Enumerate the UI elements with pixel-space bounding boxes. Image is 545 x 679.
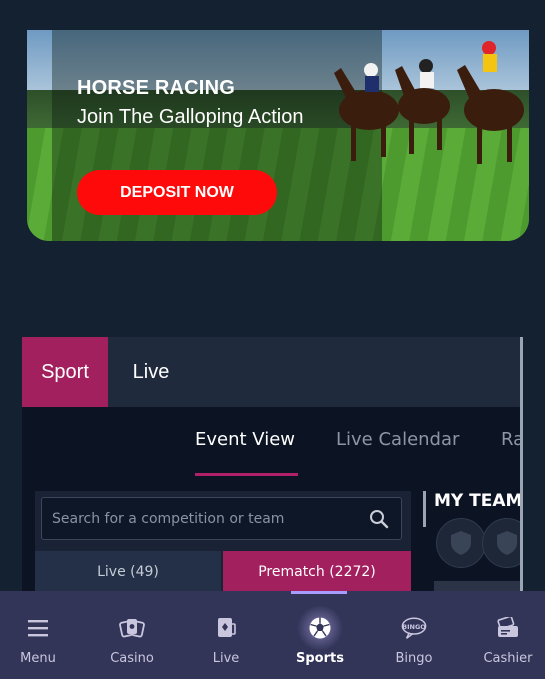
nav-label: Sports — [296, 651, 344, 666]
tab-event-view[interactable]: Event View — [195, 429, 295, 450]
nav-label: Live — [212, 651, 240, 666]
nav-label: Bingo — [395, 651, 433, 666]
nav-label: Menu — [20, 651, 56, 666]
bottom-nav: Menu Casino Live Sports BINGO Bingo Cash… — [0, 591, 545, 679]
widget-scrollbar[interactable] — [520, 337, 523, 597]
hamburger-menu-icon — [25, 615, 51, 641]
active-tab-underline — [195, 473, 298, 476]
nav-casino[interactable]: Casino — [85, 591, 179, 679]
deposit-now-button[interactable]: DEPOSIT NOW — [77, 170, 277, 215]
banner-subtitle: Join The Galloping Action — [77, 106, 304, 128]
racing-horses-illustration — [334, 41, 524, 164]
team-slot[interactable] — [436, 518, 486, 568]
competition-panel: Search for a competition or team Live (4… — [35, 491, 411, 597]
nav-live[interactable]: Live — [179, 591, 273, 679]
tab-live-calendar[interactable]: Live Calendar — [336, 429, 459, 450]
svg-text:BINGO: BINGO — [402, 623, 426, 631]
live-cards-icon — [213, 615, 239, 641]
search-input[interactable]: Search for a competition or team — [41, 497, 402, 540]
wallet-icon — [495, 615, 521, 641]
shield-icon — [497, 531, 517, 555]
casino-cards-icon — [119, 615, 145, 641]
sport-live-tabs: Sport Live — [22, 337, 520, 407]
banner-title: HORSE RACING — [77, 77, 235, 99]
filter-live[interactable]: Live (49) — [35, 551, 221, 593]
nav-sports[interactable]: Sports — [273, 591, 367, 679]
filter-prematch[interactable]: Prematch (2272) — [223, 551, 411, 593]
promo-banner[interactable]: HORSE RACING Join The Galloping Action D… — [27, 30, 529, 241]
nav-cashier[interactable]: Cashier — [461, 591, 545, 679]
widget-content: Search for a competition or team Live (4… — [22, 477, 523, 597]
team-slot[interactable] — [482, 518, 523, 568]
my-team-heading: MY TEAM — [434, 491, 523, 511]
nav-menu[interactable]: Menu — [0, 591, 85, 679]
view-tabs: Event View Live Calendar Ra — [22, 407, 523, 477]
search-icon[interactable] — [369, 509, 389, 529]
sports-widget: Sport Live Event View Live Calendar Ra S… — [22, 337, 523, 597]
soccer-ball-icon — [307, 615, 333, 641]
nav-label: Casino — [110, 651, 154, 666]
shield-icon — [451, 531, 471, 555]
nav-label: Cashier — [483, 651, 533, 666]
search-placeholder: Search for a competition or team — [52, 511, 285, 527]
panel-divider — [423, 491, 426, 527]
tab-sport[interactable]: Sport — [22, 337, 108, 407]
tab-live[interactable]: Live — [108, 337, 194, 407]
nav-bingo[interactable]: BINGO Bingo — [367, 591, 461, 679]
bingo-bubble-icon: BINGO — [401, 615, 427, 641]
